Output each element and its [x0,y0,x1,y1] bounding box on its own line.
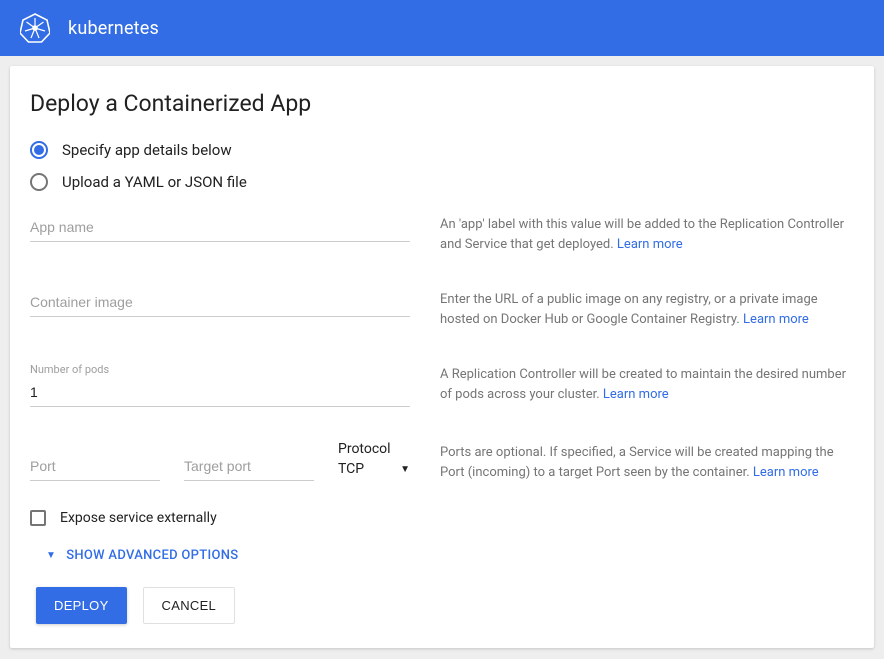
container-image-help: Enter the URL of a public image on any r… [440,288,854,329]
learn-more-link[interactable]: Learn more [743,312,809,327]
kubernetes-logo-icon [20,13,50,43]
app-title: kubernetes [68,18,159,39]
show-advanced-options-toggle[interactable]: ▼ SHOW ADVANCED OPTIONS [46,548,854,563]
page-title: Deploy a Containerized App [30,90,854,117]
chevron-down-icon: ▼ [400,464,410,475]
deploy-card: Deploy a Containerized App Specify app d… [10,66,874,648]
protocol-value: TCP [338,461,364,477]
number-of-pods-input[interactable] [30,378,410,407]
cancel-button[interactable]: CANCEL [143,587,236,624]
topbar: kubernetes [0,0,884,56]
deploy-button[interactable]: DEPLOY [36,587,127,624]
app-name-input[interactable] [30,213,410,242]
container-image-input[interactable] [30,288,410,317]
pods-help: A Replication Controller will be created… [440,363,854,404]
protocol-label: Protocol [338,441,391,457]
target-port-input[interactable] [184,452,314,481]
ports-help: Ports are optional. If specified, a Serv… [440,441,854,482]
pods-label: Number of pods [30,363,410,376]
learn-more-link[interactable]: Learn more [603,387,669,402]
learn-more-link[interactable]: Learn more [617,237,683,252]
expose-externally-checkbox[interactable] [30,510,46,526]
radio-icon [30,141,48,159]
app-name-help: An 'app' label with this value will be a… [440,213,854,254]
radio-upload-file[interactable]: Upload a YAML or JSON file [30,173,854,191]
expose-externally-label: Expose service externally [60,510,217,526]
radio-icon [30,173,48,191]
deploy-mode-radio-group: Specify app details below Upload a YAML … [30,141,854,191]
protocol-select[interactable]: TCP ▼ [338,457,410,481]
radio-label: Specify app details below [62,141,232,159]
radio-label: Upload a YAML or JSON file [62,173,247,191]
radio-specify-details[interactable]: Specify app details below [30,141,854,159]
learn-more-link[interactable]: Learn more [753,465,819,480]
advanced-label: SHOW ADVANCED OPTIONS [66,548,238,563]
port-input[interactable] [30,452,160,481]
chevron-down-icon: ▼ [46,550,56,561]
